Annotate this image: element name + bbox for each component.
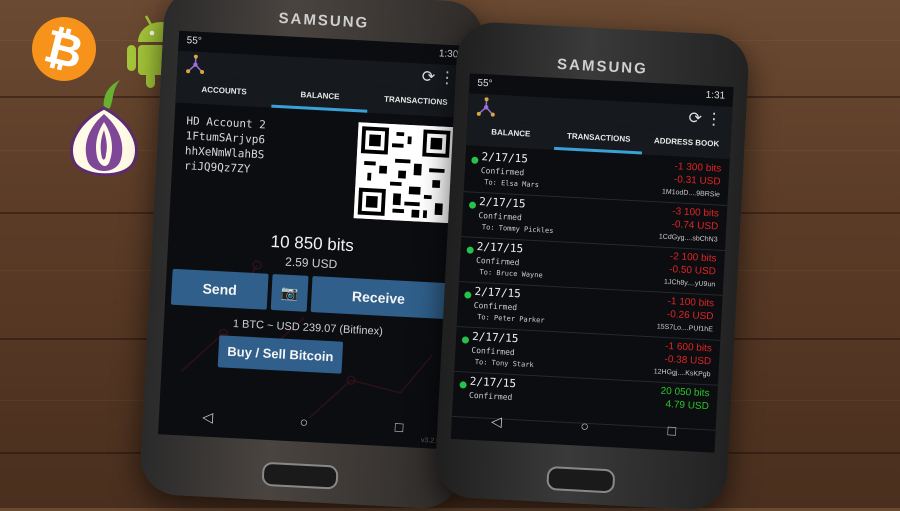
tx-status: Confirmed <box>481 166 525 177</box>
tx-usd: -0.74 USD <box>671 219 718 232</box>
tx-recipient: To: Tommy Pickles <box>482 223 554 235</box>
tx-bits: -1 300 bits <box>674 161 721 174</box>
tx-bits: -2 100 bits <box>670 251 717 264</box>
buy-sell-button[interactable]: Buy / Sell Bitcoin <box>218 335 344 373</box>
tx-recipient: To: Peter Parker <box>477 313 545 325</box>
recents-icon[interactable]: □ <box>667 422 677 444</box>
tx-usd: -0.31 USD <box>674 174 721 187</box>
status-time: 1:30 <box>439 48 459 60</box>
tx-bits: -1 100 bits <box>667 296 714 309</box>
confirmed-dot-icon <box>464 291 471 298</box>
confirmed-dot-icon <box>462 336 469 343</box>
tab-balance[interactable]: BALANCE <box>466 119 555 150</box>
tx-date: 2/17/15 <box>479 195 526 210</box>
phone-left: SAMSUNG 55° 1:30 ⟳ ⋮ ACCOUNTS BALANCE <box>139 0 485 510</box>
tx-bits: -3 100 bits <box>672 206 719 219</box>
tx-status: Confirmed <box>476 256 520 267</box>
recents-icon[interactable]: □ <box>394 419 404 441</box>
back-icon[interactable]: ◁ <box>490 413 502 436</box>
tab-accounts[interactable]: ACCOUNTS <box>175 77 272 108</box>
tor-onion-logo <box>64 78 144 182</box>
overflow-menu-icon[interactable]: ⋮ <box>705 109 722 130</box>
refresh-icon[interactable]: ⟳ <box>421 67 435 88</box>
balance-screen: 55° 1:30 ⟳ ⋮ ACCOUNTS BALANCE TRANSACTIO… <box>158 31 467 450</box>
hardware-home-button[interactable] <box>261 462 338 490</box>
tx-usd: -0.50 USD <box>669 264 716 277</box>
camera-icon[interactable]: 📷 <box>271 274 309 312</box>
back-icon[interactable]: ◁ <box>202 409 214 432</box>
tx-address: 1M1odD....9BRSie <box>662 189 720 199</box>
qr-code[interactable] <box>354 122 455 223</box>
home-icon[interactable]: ○ <box>299 414 309 436</box>
tx-status: Confirmed <box>469 391 513 402</box>
overflow-menu-icon[interactable]: ⋮ <box>439 67 456 88</box>
send-button[interactable]: Send <box>171 269 269 310</box>
status-temperature: 55° <box>186 35 202 47</box>
transaction-list: 2/17/15 Confirmed To: Elsa Mars -1 300 b… <box>452 147 730 430</box>
tx-bits: -1 600 bits <box>665 341 712 354</box>
tx-address: 1CdGyg....sbChN3 <box>659 233 718 243</box>
transactions-screen: 55° 1:31 ⟳ ⋮ BALANCE TRANSACTIONS ADDRES… <box>451 73 734 452</box>
confirmed-dot-icon <box>471 157 478 164</box>
tx-address: 15S7Lo....PUf1hE <box>657 323 713 333</box>
tx-date: 2/17/15 <box>474 285 521 300</box>
refresh-icon[interactable]: ⟳ <box>688 108 702 129</box>
tx-status: Confirmed <box>471 346 515 357</box>
status-time: 1:31 <box>705 90 725 102</box>
tx-date: 2/17/15 <box>469 375 516 390</box>
tx-address: 1JCh8y....yU9un <box>664 279 716 289</box>
tx-date: 2/17/15 <box>481 150 528 165</box>
phone-right: SAMSUNG 55° 1:31 ⟳ ⋮ BALANCE TRANSACTION… <box>434 21 751 511</box>
tx-status: Confirmed <box>474 301 518 312</box>
hardware-home-button[interactable] <box>546 466 615 494</box>
confirmed-dot-icon <box>469 201 476 208</box>
confirmed-dot-icon <box>466 246 473 253</box>
status-temperature: 55° <box>477 78 493 90</box>
bitcoin-logo: ₿ <box>25 10 103 88</box>
tx-status: Confirmed <box>478 211 522 222</box>
tab-address-book[interactable]: ADDRESS BOOK <box>642 128 731 159</box>
app-logo-icon <box>476 97 497 118</box>
tx-usd: -0.26 USD <box>667 309 714 322</box>
tx-address: 12HGgj....KsKPgb <box>654 368 711 378</box>
tab-balance[interactable]: BALANCE <box>271 82 368 113</box>
home-icon[interactable]: ○ <box>580 418 590 440</box>
tx-recipient: To: Elsa Mars <box>484 178 539 189</box>
account-info: HD Account 2 1FtumSArjvp6 hhXeNmWlahBS r… <box>184 113 267 177</box>
tab-transactions[interactable]: TRANSACTIONS <box>367 87 464 118</box>
receive-button[interactable]: Receive <box>311 276 447 319</box>
tab-transactions[interactable]: TRANSACTIONS <box>554 124 643 155</box>
tx-bits: 20 050 bits <box>660 386 709 400</box>
tx-date: 2/17/15 <box>477 240 524 255</box>
tx-date: 2/17/15 <box>472 330 519 345</box>
tx-recipient: To: Bruce Wayne <box>479 268 543 279</box>
app-logo-icon <box>185 54 206 75</box>
tx-recipient: To: Tony Stark <box>475 358 534 369</box>
tx-usd: 4.79 USD <box>665 399 709 412</box>
confirmed-dot-icon <box>459 381 466 388</box>
tx-usd: -0.38 USD <box>664 354 711 367</box>
